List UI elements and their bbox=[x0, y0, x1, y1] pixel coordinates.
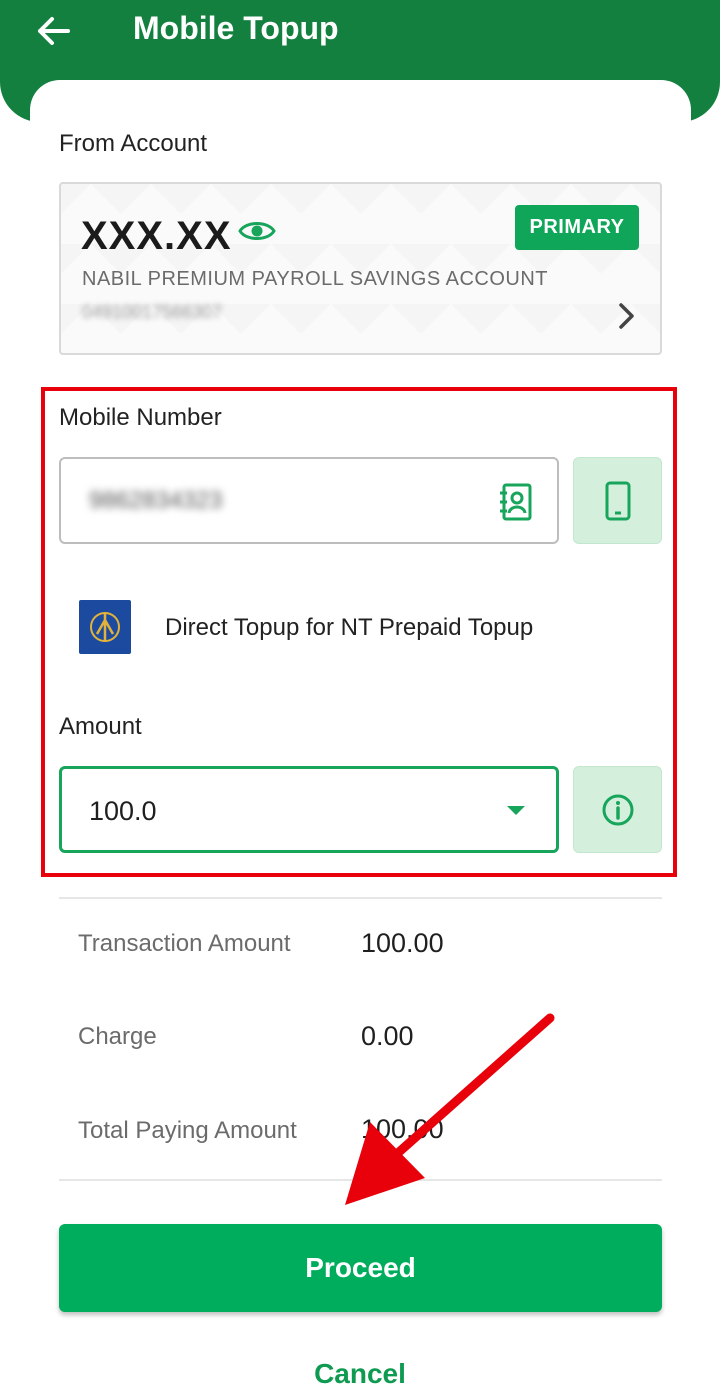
account-card[interactable]: XXX.XX PRIMARY NABIL PREMIUM PAYROLL SAV… bbox=[59, 182, 662, 355]
smartphone-icon bbox=[605, 481, 630, 520]
contact-book-icon[interactable] bbox=[499, 483, 533, 521]
amount-select[interactable]: 100.0 bbox=[59, 766, 559, 853]
operator-text: Direct Topup for NT Prepaid Topup bbox=[165, 614, 534, 641]
info-button[interactable] bbox=[573, 766, 662, 853]
info-icon bbox=[602, 794, 633, 825]
page-title: Mobile Topup bbox=[133, 10, 339, 46]
mobile-number-value: 9862834323 bbox=[89, 487, 223, 514]
eye-icon[interactable] bbox=[238, 218, 276, 244]
arrow-left-icon bbox=[38, 17, 70, 45]
from-account-label: From Account bbox=[59, 130, 208, 157]
mobile-number-label: Mobile Number bbox=[59, 404, 222, 431]
cancel-button[interactable]: Cancel bbox=[0, 1358, 720, 1390]
back-button[interactable] bbox=[30, 8, 76, 54]
transaction-amount-label: Transaction Amount bbox=[78, 930, 291, 957]
primary-badge: PRIMARY bbox=[515, 205, 639, 250]
operator-logo bbox=[79, 600, 131, 654]
charge-label: Charge bbox=[78, 1023, 157, 1050]
account-number: 04910017566307 bbox=[82, 302, 223, 322]
dropdown-arrow-icon bbox=[507, 806, 525, 815]
proceed-button[interactable]: Proceed bbox=[59, 1224, 662, 1312]
phone-button[interactable] bbox=[573, 457, 662, 544]
divider bbox=[59, 897, 662, 899]
mobile-number-input[interactable]: 9862834323 bbox=[59, 457, 559, 544]
annotation-arrow-icon bbox=[345, 1013, 555, 1205]
total-paying-amount-label: Total Paying Amount bbox=[78, 1117, 297, 1144]
account-balance: XXX.XX bbox=[81, 214, 232, 258]
transaction-amount-value: 100.00 bbox=[361, 928, 444, 958]
account-name: NABIL PREMIUM PAYROLL SAVINGS ACCOUNT bbox=[82, 268, 548, 290]
amount-label: Amount bbox=[59, 713, 142, 740]
amount-value: 100.0 bbox=[89, 796, 157, 826]
chevron-right-icon[interactable] bbox=[618, 302, 636, 330]
